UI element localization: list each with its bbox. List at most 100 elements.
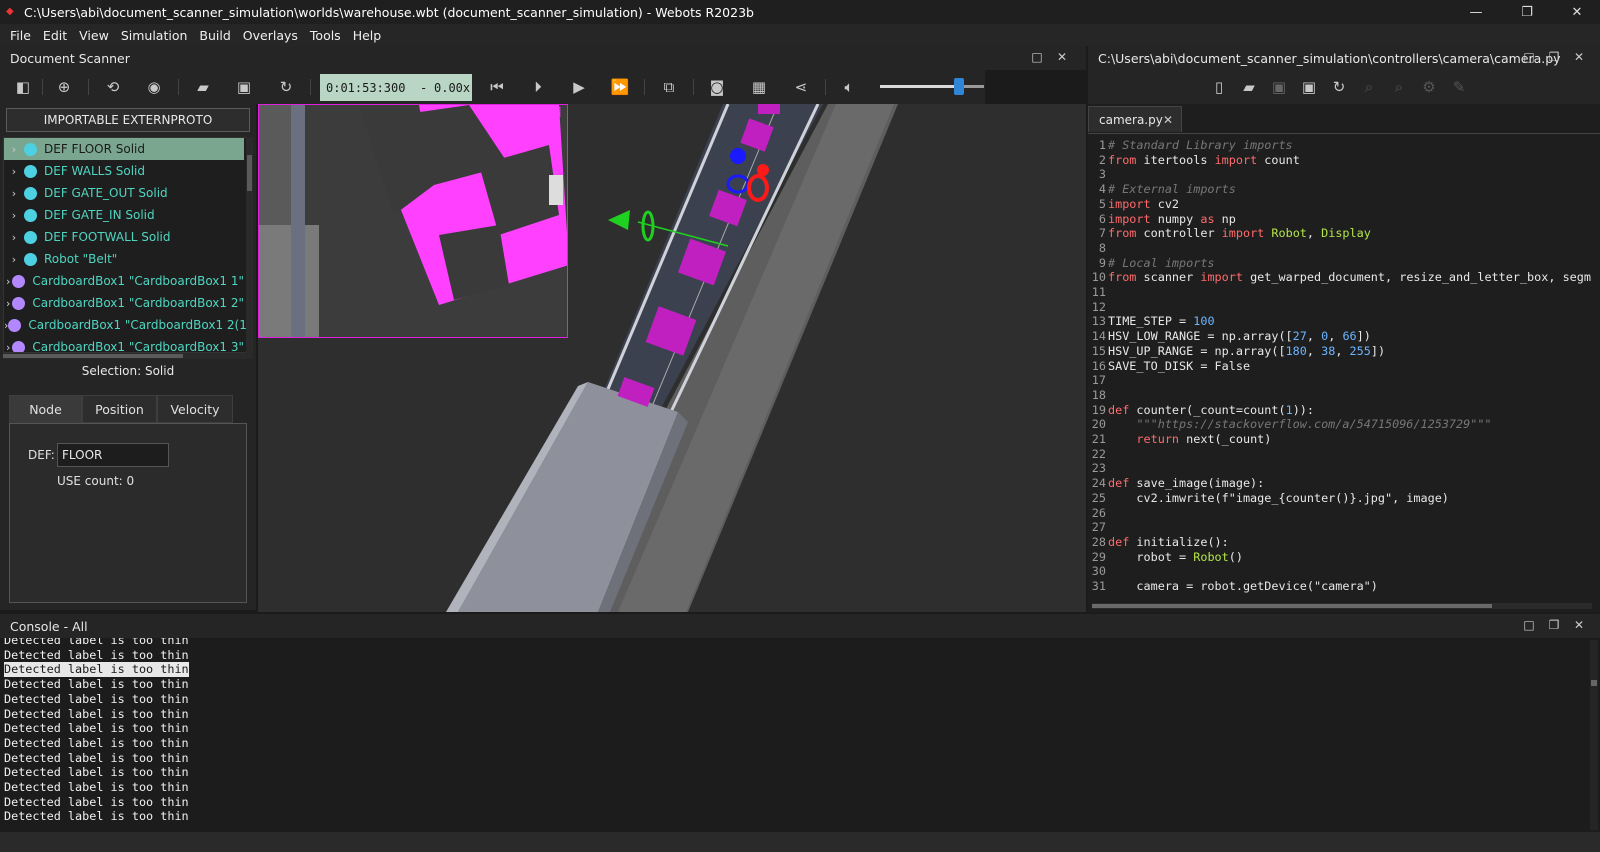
tree-item-cardboardbox-1[interactable]: › CardboardBox1 "CardboardBox1 1" — [4, 270, 244, 292]
code-line[interactable]: 30 — [1088, 564, 1600, 579]
tree-item-footwall[interactable]: › DEF FOOTWALL Solid — [4, 226, 244, 248]
play-icon[interactable]: ▶ — [568, 77, 590, 97]
code-line[interactable]: 2 from itertools import count — [1088, 153, 1600, 168]
code-line[interactable]: 21 return next(_count) — [1088, 432, 1600, 447]
code-line[interactable]: 29 robot = Robot() — [1088, 550, 1600, 565]
menu-build[interactable]: Build — [193, 28, 236, 43]
reset-simulation-icon[interactable]: ⏮ — [486, 77, 508, 97]
view-options-eye-icon[interactable]: ◉ — [143, 77, 165, 97]
fast-forward-icon[interactable]: ⏩ — [609, 77, 631, 97]
code-line[interactable]: 28 def initialize(): — [1088, 535, 1600, 550]
console-output[interactable]: Detected label is too thin Detected label… — [0, 638, 1600, 832]
code-line[interactable]: 6 import numpy as np — [1088, 212, 1600, 227]
code-horizontal-scrollbar[interactable] — [1092, 603, 1592, 609]
panel-float-icon[interactable]: □ — [1030, 50, 1044, 64]
def-field[interactable] — [57, 443, 169, 467]
editor-tab-camera-py[interactable]: camera.py ✕ — [1088, 106, 1182, 132]
editor-maximize-icon[interactable]: ❐ — [1547, 50, 1561, 64]
code-line[interactable]: 17 — [1088, 373, 1600, 388]
code-line[interactable]: 26 — [1088, 506, 1600, 521]
camera-overlay[interactable]: ☒ — [258, 104, 568, 338]
panel-close-icon[interactable]: ✕ — [1055, 50, 1069, 64]
code-line[interactable]: 3 — [1088, 167, 1600, 182]
expand-arrow-icon[interactable]: › — [4, 165, 24, 178]
code-line[interactable]: 27 — [1088, 520, 1600, 535]
tab-position[interactable]: Position — [82, 395, 157, 423]
save-all-icon[interactable]: ▣ — [1298, 77, 1320, 97]
maximize-button[interactable]: ❐ — [1504, 0, 1550, 24]
code-line[interactable]: 13 TIME_STEP = 100 — [1088, 314, 1600, 329]
code-line[interactable]: 7 from controller import Robot, Display — [1088, 226, 1600, 241]
code-line[interactable]: 16 SAVE_TO_DISK = False — [1088, 359, 1600, 374]
minimize-button[interactable]: — — [1453, 0, 1499, 24]
expand-arrow-icon[interactable]: › — [4, 297, 12, 310]
step-icon[interactable]: ⏵ — [527, 77, 549, 97]
code-line[interactable]: 25 cv2.imwrite(f"image_{counter()}.jpg",… — [1088, 491, 1600, 506]
tree-item-gate-in[interactable]: › DEF GATE_IN Solid — [4, 204, 244, 226]
scrollbar-thumb[interactable] — [1591, 680, 1597, 686]
scrollbar-thumb[interactable] — [1092, 604, 1492, 608]
scene-tree-scrollbar[interactable] — [246, 137, 253, 353]
reset-viewpoint-icon[interactable]: ⟲ — [102, 77, 124, 97]
menu-help[interactable]: Help — [347, 28, 388, 43]
expand-arrow-icon[interactable]: › — [4, 143, 24, 156]
save-file-icon[interactable]: ▣ — [1268, 77, 1290, 97]
console-maximize-icon[interactable]: ❐ — [1547, 618, 1561, 632]
code-line[interactable]: 19 def counter(_count=count(1)): — [1088, 403, 1600, 418]
clean-icon[interactable]: ✎ — [1448, 77, 1470, 97]
tree-item-gate-out[interactable]: › DEF GATE_OUT Solid — [4, 182, 244, 204]
close-window-button[interactable]: ✕ — [1554, 0, 1600, 24]
volume-icon[interactable]: 🔈︎ — [838, 77, 860, 97]
code-editor[interactable]: 1 # Standard Library imports 2 from itertoo… — [1088, 133, 1600, 605]
open-world-icon[interactable]: ▰ — [192, 77, 214, 97]
code-line[interactable]: 23 — [1088, 461, 1600, 476]
build-gear-icon[interactable]: ⚙ — [1418, 77, 1440, 97]
close-tab-icon[interactable]: ✕ — [1163, 113, 1173, 127]
console-float-icon[interactable]: □ — [1522, 618, 1536, 632]
code-line[interactable]: 15 HSV_UP_RANGE = np.array([180, 38, 255]… — [1088, 344, 1600, 359]
toggle-scene-tree-icon[interactable]: ◧ — [12, 77, 34, 97]
scrollbar-thumb[interactable] — [3, 354, 183, 358]
rendering-toggle-icon[interactable]: ⧉ — [658, 77, 680, 97]
code-line[interactable]: 9 # Local imports — [1088, 256, 1600, 271]
tab-node[interactable]: Node — [9, 395, 82, 423]
expand-arrow-icon[interactable]: › — [4, 341, 12, 353]
menu-file[interactable]: File — [4, 28, 37, 43]
tree-item-walls[interactable]: › DEF WALLS Solid — [4, 160, 244, 182]
menu-edit[interactable]: Edit — [37, 28, 73, 43]
code-line[interactable]: 22 — [1088, 447, 1600, 462]
code-line[interactable]: 10 from scanner import get_warped_documen… — [1088, 270, 1600, 285]
reload-world-icon[interactable]: ↻ — [275, 77, 297, 97]
console-scrollbar[interactable] — [1590, 640, 1598, 830]
menu-overlays[interactable]: Overlays — [237, 28, 304, 43]
expand-arrow-icon[interactable]: › — [4, 231, 24, 244]
tree-item-cardboardbox-2-1[interactable]: › CardboardBox1 "CardboardBox1 2(1)" — [4, 314, 246, 336]
code-line[interactable]: 31 camera = robot.getDevice("camera") — [1088, 579, 1600, 594]
code-line[interactable]: 14 HSV_LOW_RANGE = np.array([27, 0, 66]) — [1088, 329, 1600, 344]
expand-arrow-icon[interactable]: › — [4, 187, 24, 200]
tab-velocity[interactable]: Velocity — [157, 395, 233, 423]
scene-tree-horizontal-scrollbar[interactable] — [3, 353, 253, 359]
overlay-close-icon[interactable]: ☒ — [549, 105, 562, 121]
code-line[interactable]: 1 # Standard Library imports — [1088, 138, 1600, 153]
console-close-icon[interactable]: ✕ — [1572, 618, 1586, 632]
tree-item-robot-belt[interactable]: › Robot "Belt" — [4, 248, 244, 270]
record-movie-icon[interactable]: ▦ — [748, 77, 770, 97]
importable-externproto-button[interactable]: IMPORTABLE EXTERNPROTO — [6, 108, 250, 132]
expand-arrow-icon[interactable]: › — [4, 275, 12, 288]
new-file-icon[interactable]: ▯ — [1208, 77, 1230, 97]
share-icon[interactable]: ⋖ — [790, 77, 812, 97]
code-line[interactable]: 4 # External imports — [1088, 182, 1600, 197]
revert-file-icon[interactable]: ↻ — [1328, 77, 1350, 97]
code-line[interactable]: 5 import cv2 — [1088, 197, 1600, 212]
editor-close-icon[interactable]: ✕ — [1572, 50, 1586, 64]
tree-item-cardboardbox-2[interactable]: › CardboardBox1 "CardboardBox1 2" — [4, 292, 244, 314]
expand-arrow-icon[interactable]: › — [4, 209, 24, 222]
tree-item-floor[interactable]: › DEF FLOOR Solid — [4, 138, 244, 160]
tree-item-cardboardbox-3[interactable]: › CardboardBox1 "CardboardBox1 3" — [4, 336, 244, 353]
scrollbar-thumb[interactable] — [247, 155, 252, 191]
code-line[interactable]: 11 — [1088, 285, 1600, 300]
find-icon[interactable]: ⌕ — [1358, 77, 1380, 97]
menu-view[interactable]: View — [73, 28, 115, 43]
editor-float-icon[interactable]: □ — [1522, 50, 1536, 64]
